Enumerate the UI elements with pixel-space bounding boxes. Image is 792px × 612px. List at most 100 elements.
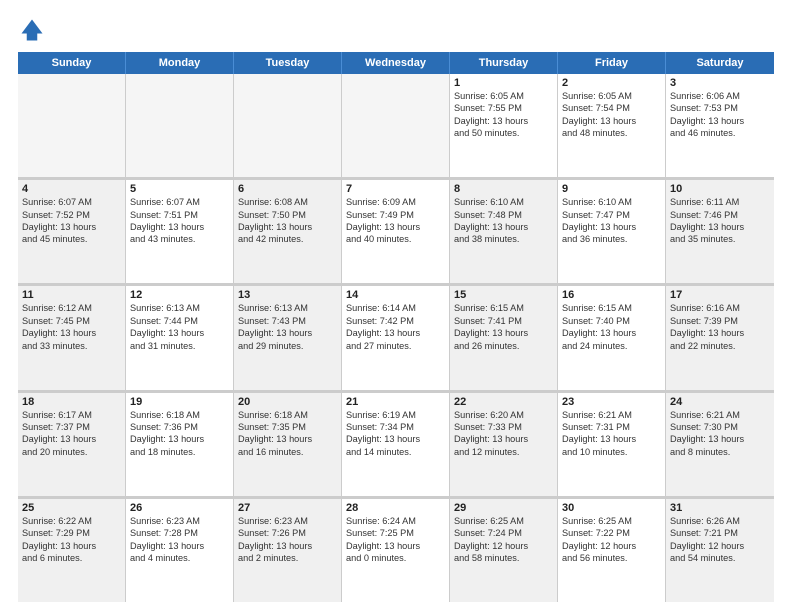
header-cell-tuesday: Tuesday <box>234 52 342 74</box>
day-number: 22 <box>454 396 553 408</box>
cal-cell-30: 30Sunrise: 6:25 AM Sunset: 7:22 PM Dayli… <box>558 499 666 602</box>
cal-cell-20: 20Sunrise: 6:18 AM Sunset: 7:35 PM Dayli… <box>234 393 342 496</box>
day-number: 4 <box>22 183 121 195</box>
day-info: Sunrise: 6:20 AM Sunset: 7:33 PM Dayligh… <box>454 409 553 459</box>
day-info: Sunrise: 6:17 AM Sunset: 7:37 PM Dayligh… <box>22 409 121 459</box>
day-info: Sunrise: 6:14 AM Sunset: 7:42 PM Dayligh… <box>346 302 445 352</box>
day-info: Sunrise: 6:21 AM Sunset: 7:30 PM Dayligh… <box>670 409 770 459</box>
cal-cell-24: 24Sunrise: 6:21 AM Sunset: 7:30 PM Dayli… <box>666 393 774 496</box>
day-info: Sunrise: 6:25 AM Sunset: 7:22 PM Dayligh… <box>562 515 661 565</box>
day-number: 11 <box>22 289 121 301</box>
logo <box>18 16 50 44</box>
cal-cell-16: 16Sunrise: 6:15 AM Sunset: 7:40 PM Dayli… <box>558 286 666 389</box>
day-number: 25 <box>22 502 121 514</box>
header-cell-monday: Monday <box>126 52 234 74</box>
header-cell-wednesday: Wednesday <box>342 52 450 74</box>
day-info: Sunrise: 6:15 AM Sunset: 7:40 PM Dayligh… <box>562 302 661 352</box>
cal-cell-23: 23Sunrise: 6:21 AM Sunset: 7:31 PM Dayli… <box>558 393 666 496</box>
day-number: 27 <box>238 502 337 514</box>
cal-cell-empty-0-0 <box>18 74 126 177</box>
day-info: Sunrise: 6:09 AM Sunset: 7:49 PM Dayligh… <box>346 196 445 246</box>
header <box>18 16 774 44</box>
day-number: 9 <box>562 183 661 195</box>
day-number: 31 <box>670 502 770 514</box>
day-number: 1 <box>454 77 553 89</box>
day-number: 13 <box>238 289 337 301</box>
day-info: Sunrise: 6:25 AM Sunset: 7:24 PM Dayligh… <box>454 515 553 565</box>
calendar-row-3: 18Sunrise: 6:17 AM Sunset: 7:37 PM Dayli… <box>18 391 774 497</box>
day-info: Sunrise: 6:23 AM Sunset: 7:28 PM Dayligh… <box>130 515 229 565</box>
day-info: Sunrise: 6:10 AM Sunset: 7:48 PM Dayligh… <box>454 196 553 246</box>
day-number: 28 <box>346 502 445 514</box>
day-info: Sunrise: 6:21 AM Sunset: 7:31 PM Dayligh… <box>562 409 661 459</box>
cal-cell-26: 26Sunrise: 6:23 AM Sunset: 7:28 PM Dayli… <box>126 499 234 602</box>
header-cell-saturday: Saturday <box>666 52 774 74</box>
day-info: Sunrise: 6:18 AM Sunset: 7:35 PM Dayligh… <box>238 409 337 459</box>
cal-cell-22: 22Sunrise: 6:20 AM Sunset: 7:33 PM Dayli… <box>450 393 558 496</box>
day-number: 2 <box>562 77 661 89</box>
day-info: Sunrise: 6:26 AM Sunset: 7:21 PM Dayligh… <box>670 515 770 565</box>
cal-cell-28: 28Sunrise: 6:24 AM Sunset: 7:25 PM Dayli… <box>342 499 450 602</box>
day-info: Sunrise: 6:05 AM Sunset: 7:55 PM Dayligh… <box>454 90 553 140</box>
day-number: 29 <box>454 502 553 514</box>
day-info: Sunrise: 6:16 AM Sunset: 7:39 PM Dayligh… <box>670 302 770 352</box>
cal-cell-10: 10Sunrise: 6:11 AM Sunset: 7:46 PM Dayli… <box>666 180 774 283</box>
cal-cell-13: 13Sunrise: 6:13 AM Sunset: 7:43 PM Dayli… <box>234 286 342 389</box>
day-info: Sunrise: 6:15 AM Sunset: 7:41 PM Dayligh… <box>454 302 553 352</box>
calendar-header: SundayMondayTuesdayWednesdayThursdayFrid… <box>18 52 774 74</box>
cal-cell-1: 1Sunrise: 6:05 AM Sunset: 7:55 PM Daylig… <box>450 74 558 177</box>
day-number: 18 <box>22 396 121 408</box>
day-info: Sunrise: 6:13 AM Sunset: 7:43 PM Dayligh… <box>238 302 337 352</box>
header-cell-sunday: Sunday <box>18 52 126 74</box>
cal-cell-31: 31Sunrise: 6:26 AM Sunset: 7:21 PM Dayli… <box>666 499 774 602</box>
day-info: Sunrise: 6:18 AM Sunset: 7:36 PM Dayligh… <box>130 409 229 459</box>
day-number: 7 <box>346 183 445 195</box>
page: SundayMondayTuesdayWednesdayThursdayFrid… <box>0 0 792 612</box>
cal-cell-empty-0-1 <box>126 74 234 177</box>
cal-cell-6: 6Sunrise: 6:08 AM Sunset: 7:50 PM Daylig… <box>234 180 342 283</box>
cal-cell-29: 29Sunrise: 6:25 AM Sunset: 7:24 PM Dayli… <box>450 499 558 602</box>
day-number: 24 <box>670 396 770 408</box>
day-info: Sunrise: 6:23 AM Sunset: 7:26 PM Dayligh… <box>238 515 337 565</box>
day-info: Sunrise: 6:07 AM Sunset: 7:51 PM Dayligh… <box>130 196 229 246</box>
day-number: 17 <box>670 289 770 301</box>
day-info: Sunrise: 6:10 AM Sunset: 7:47 PM Dayligh… <box>562 196 661 246</box>
day-number: 23 <box>562 396 661 408</box>
day-info: Sunrise: 6:19 AM Sunset: 7:34 PM Dayligh… <box>346 409 445 459</box>
cal-cell-19: 19Sunrise: 6:18 AM Sunset: 7:36 PM Dayli… <box>126 393 234 496</box>
calendar-body: 1Sunrise: 6:05 AM Sunset: 7:55 PM Daylig… <box>18 74 774 602</box>
cal-cell-27: 27Sunrise: 6:23 AM Sunset: 7:26 PM Dayli… <box>234 499 342 602</box>
cal-cell-18: 18Sunrise: 6:17 AM Sunset: 7:37 PM Dayli… <box>18 393 126 496</box>
cal-cell-15: 15Sunrise: 6:15 AM Sunset: 7:41 PM Dayli… <box>450 286 558 389</box>
cal-cell-12: 12Sunrise: 6:13 AM Sunset: 7:44 PM Dayli… <box>126 286 234 389</box>
day-number: 21 <box>346 396 445 408</box>
logo-icon <box>18 16 46 44</box>
day-info: Sunrise: 6:11 AM Sunset: 7:46 PM Dayligh… <box>670 196 770 246</box>
cal-cell-9: 9Sunrise: 6:10 AM Sunset: 7:47 PM Daylig… <box>558 180 666 283</box>
calendar-row-2: 11Sunrise: 6:12 AM Sunset: 7:45 PM Dayli… <box>18 284 774 390</box>
cal-cell-4: 4Sunrise: 6:07 AM Sunset: 7:52 PM Daylig… <box>18 180 126 283</box>
day-number: 8 <box>454 183 553 195</box>
cal-cell-11: 11Sunrise: 6:12 AM Sunset: 7:45 PM Dayli… <box>18 286 126 389</box>
day-number: 6 <box>238 183 337 195</box>
cal-cell-8: 8Sunrise: 6:10 AM Sunset: 7:48 PM Daylig… <box>450 180 558 283</box>
cal-cell-5: 5Sunrise: 6:07 AM Sunset: 7:51 PM Daylig… <box>126 180 234 283</box>
day-info: Sunrise: 6:13 AM Sunset: 7:44 PM Dayligh… <box>130 302 229 352</box>
day-number: 26 <box>130 502 229 514</box>
day-number: 30 <box>562 502 661 514</box>
day-info: Sunrise: 6:12 AM Sunset: 7:45 PM Dayligh… <box>22 302 121 352</box>
cal-cell-7: 7Sunrise: 6:09 AM Sunset: 7:49 PM Daylig… <box>342 180 450 283</box>
day-number: 14 <box>346 289 445 301</box>
calendar-row-4: 25Sunrise: 6:22 AM Sunset: 7:29 PM Dayli… <box>18 497 774 602</box>
day-info: Sunrise: 6:05 AM Sunset: 7:54 PM Dayligh… <box>562 90 661 140</box>
day-info: Sunrise: 6:24 AM Sunset: 7:25 PM Dayligh… <box>346 515 445 565</box>
header-cell-thursday: Thursday <box>450 52 558 74</box>
day-number: 19 <box>130 396 229 408</box>
cal-cell-2: 2Sunrise: 6:05 AM Sunset: 7:54 PM Daylig… <box>558 74 666 177</box>
day-number: 3 <box>670 77 770 89</box>
day-number: 10 <box>670 183 770 195</box>
cal-cell-empty-0-3 <box>342 74 450 177</box>
day-info: Sunrise: 6:06 AM Sunset: 7:53 PM Dayligh… <box>670 90 770 140</box>
cal-cell-14: 14Sunrise: 6:14 AM Sunset: 7:42 PM Dayli… <box>342 286 450 389</box>
calendar-row-0: 1Sunrise: 6:05 AM Sunset: 7:55 PM Daylig… <box>18 74 774 178</box>
